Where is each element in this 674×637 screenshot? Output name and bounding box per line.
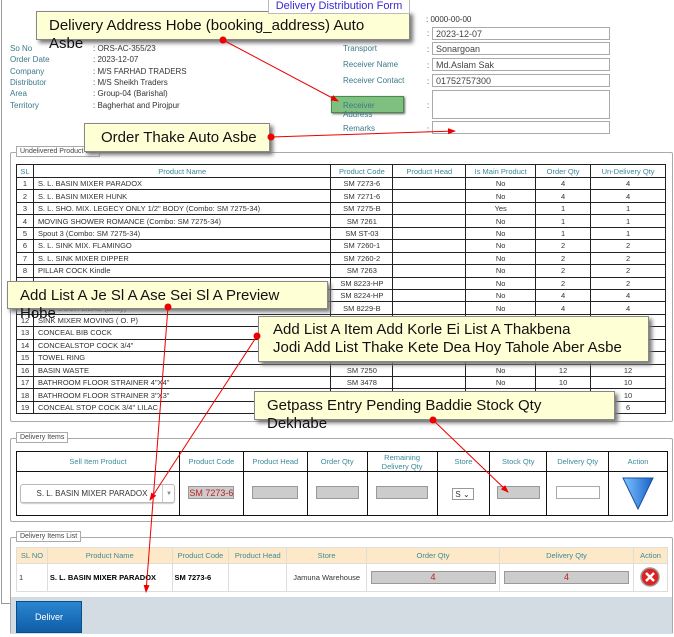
annotation-arrows xyxy=(143,36,509,593)
arrow-dot xyxy=(267,133,275,141)
arrow-dot xyxy=(253,332,261,340)
arrow xyxy=(270,128,456,138)
arrow xyxy=(432,419,509,493)
arrow xyxy=(143,306,169,593)
arrow-dot xyxy=(219,36,227,44)
arrow xyxy=(222,39,339,102)
arrow-dot xyxy=(429,416,437,424)
arrow xyxy=(149,335,258,501)
form-title: Delivery Distribution Form xyxy=(268,0,410,14)
arrow-dot xyxy=(164,303,172,311)
